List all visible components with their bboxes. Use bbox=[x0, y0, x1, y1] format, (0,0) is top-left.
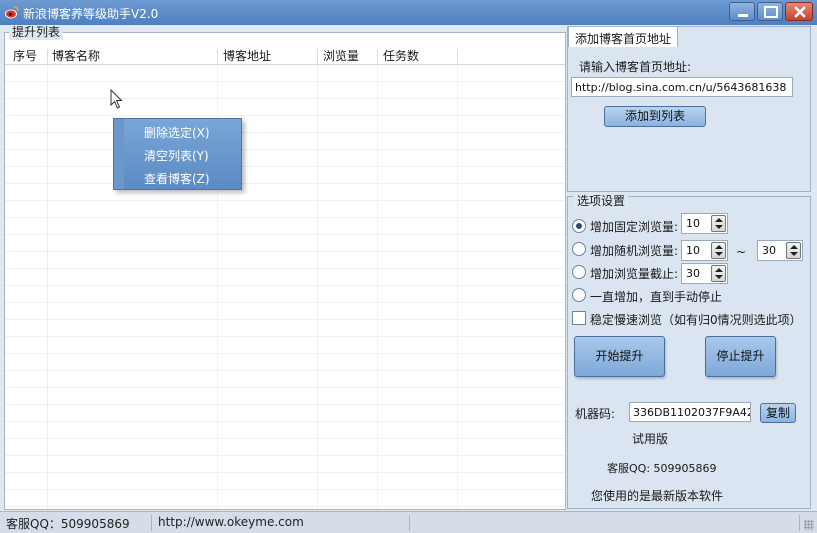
radio-fixed-views[interactable] bbox=[572, 219, 586, 233]
status-empty bbox=[410, 515, 800, 531]
context-menu-strip bbox=[114, 119, 124, 189]
spinner-arrows-icon[interactable] bbox=[786, 242, 801, 259]
machine-code-field[interactable]: 336DB1102037F9A420B bbox=[629, 402, 751, 422]
maximize-icon bbox=[764, 6, 778, 18]
menu-item-clear-list[interactable]: 清空列表(Y) bbox=[144, 147, 209, 164]
views-until-label: 增加浏览量截止: bbox=[590, 267, 679, 281]
status-qq: 客服QQ：509905869 bbox=[0, 515, 152, 531]
spinner-arrows-icon[interactable] bbox=[711, 215, 726, 232]
promotion-list[interactable]: 序号 博客名称 博客地址 浏览量 任务数 bbox=[4, 32, 566, 510]
resize-grip-icon[interactable] bbox=[804, 520, 814, 530]
slow-browse-label: 稳定慢速浏览（如有归0情况则选此项） bbox=[590, 313, 802, 327]
version-note-label: 您使用的是最新版本软件 bbox=[591, 489, 724, 503]
random-max-spinner[interactable]: 30 bbox=[757, 240, 803, 261]
column-header-tasks[interactable]: 任务数 bbox=[383, 47, 419, 64]
random-views-label: 增加随机浏览量: bbox=[590, 244, 679, 258]
column-header-index[interactable]: 序号 bbox=[13, 47, 37, 64]
column-header-blog-name[interactable]: 博客名称 bbox=[52, 47, 100, 64]
views-until-spinner[interactable]: 30 bbox=[681, 263, 728, 284]
tab-add-blog-url[interactable]: 添加博客首页地址 bbox=[568, 26, 678, 47]
fixed-views-value: 10 bbox=[686, 217, 700, 230]
start-button[interactable]: 开始提升 bbox=[574, 336, 665, 377]
slow-browse-checkbox[interactable] bbox=[572, 311, 586, 325]
url-prompt-label: 请输入博客首页地址: bbox=[579, 60, 692, 74]
machine-code-label: 机器码: bbox=[575, 407, 616, 421]
grid-line bbox=[47, 65, 48, 509]
random-min-spinner[interactable]: 10 bbox=[681, 240, 728, 261]
fixed-views-spinner[interactable]: 10 bbox=[681, 213, 728, 234]
status-url[interactable]: http://www.okeyme.com bbox=[152, 515, 410, 531]
grid-line bbox=[457, 65, 458, 509]
stop-button[interactable]: 停止提升 bbox=[705, 336, 776, 377]
radio-increase-forever[interactable] bbox=[572, 288, 586, 302]
list-header: 序号 博客名称 博客地址 浏览量 任务数 bbox=[5, 41, 565, 73]
context-menu: 删除选定(X) 清空列表(Y) 查看博客(Z) bbox=[113, 118, 242, 190]
window-title: 新浪博客养等级助手V2.0 bbox=[23, 7, 159, 21]
status-bar: 客服QQ：509905869 http://www.okeyme.com bbox=[0, 511, 817, 533]
random-min-value: 10 bbox=[686, 244, 700, 257]
range-separator: ~ bbox=[736, 245, 747, 259]
radio-random-views[interactable] bbox=[572, 242, 586, 256]
add-to-list-button[interactable]: 添加到列表 bbox=[604, 106, 706, 127]
list-rows bbox=[5, 65, 565, 509]
grid-line bbox=[377, 65, 378, 509]
list-caption: 提升列表 bbox=[9, 25, 64, 40]
mouse-cursor-icon bbox=[110, 89, 123, 109]
random-max-value: 30 bbox=[762, 244, 776, 257]
sina-weibo-logo-icon bbox=[5, 6, 19, 19]
views-until-value: 30 bbox=[686, 267, 700, 280]
close-button[interactable] bbox=[785, 2, 813, 21]
spinner-arrows-icon[interactable] bbox=[711, 265, 726, 282]
options-caption: 选项设置 bbox=[574, 194, 629, 208]
column-header-views[interactable]: 浏览量 bbox=[323, 47, 359, 64]
grid-line bbox=[317, 65, 318, 509]
copy-button[interactable]: 复制 bbox=[760, 403, 796, 423]
menu-item-delete-selected[interactable]: 删除选定(X) bbox=[144, 124, 210, 141]
minimize-icon bbox=[738, 14, 748, 17]
fixed-views-label: 增加固定浏览量: bbox=[590, 220, 679, 234]
close-icon bbox=[794, 6, 806, 18]
spinner-arrows-icon[interactable] bbox=[711, 242, 726, 259]
blog-url-input[interactable]: http://blog.sina.com.cn/u/5643681638 bbox=[571, 77, 793, 97]
maximize-button[interactable] bbox=[757, 2, 783, 21]
title-bar: 新浪博客养等级助手V2.0 bbox=[0, 0, 817, 25]
minimize-button[interactable] bbox=[729, 2, 755, 21]
increase-forever-label: 一直增加，直到手动停止 bbox=[590, 290, 723, 304]
radio-views-until[interactable] bbox=[572, 265, 586, 279]
menu-item-view-blog[interactable]: 查看博客(Z) bbox=[144, 170, 210, 187]
column-header-blog-url[interactable]: 博客地址 bbox=[223, 47, 271, 64]
edition-label: 试用版 bbox=[632, 432, 669, 446]
support-qq-label: 客服QQ: 509905869 bbox=[607, 462, 717, 475]
